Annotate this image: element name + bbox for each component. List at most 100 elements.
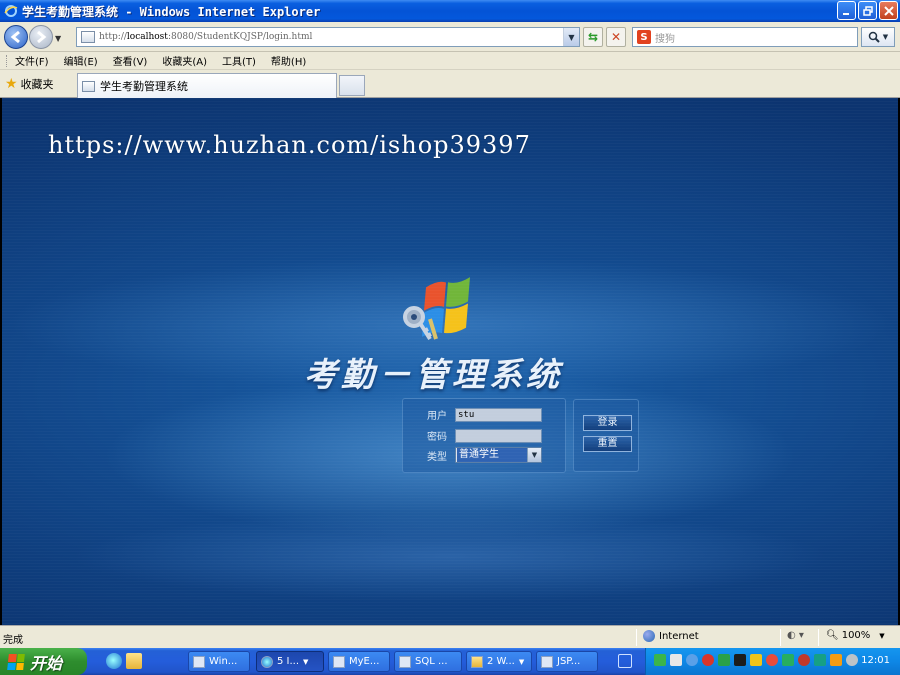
login-form: 用户 stu 密码 类型 普通学生 ▼ xyxy=(402,398,566,473)
start-button[interactable]: 开始 xyxy=(0,648,87,675)
tray-app-icon[interactable] xyxy=(670,654,682,666)
page-icon xyxy=(81,31,95,43)
status-divider xyxy=(636,629,637,646)
star-icon: ★ xyxy=(5,76,18,92)
back-button[interactable] xyxy=(4,25,28,49)
type-label: 类型 xyxy=(427,451,447,463)
task-label: 5 I... xyxy=(277,656,300,667)
window-title: 学生考勤管理系统 - Windows Internet Explorer xyxy=(22,4,321,19)
tray-app-icon[interactable] xyxy=(814,654,826,666)
tray-app-icon[interactable] xyxy=(830,654,842,666)
security-zone[interactable]: Internet xyxy=(643,630,699,642)
sql-server-icon xyxy=(399,655,411,668)
tray-app-icon[interactable] xyxy=(798,654,810,666)
zoom-control[interactable]: 🔍︎ 100% ▼ xyxy=(826,630,885,641)
username-input[interactable]: stu xyxy=(455,407,542,422)
tab-page-icon xyxy=(82,80,95,92)
stop-icon: ✕ xyxy=(610,30,622,44)
chevron-down-icon[interactable]: ▼ xyxy=(527,448,541,462)
menu-file[interactable]: 文件(F) xyxy=(15,53,49,68)
computer-icon xyxy=(193,655,205,668)
password-input[interactable] xyxy=(455,428,542,443)
taskbar-item-windows[interactable]: Win... xyxy=(188,651,250,672)
tab-bar: ★ 收藏夹 学生考勤管理系统 xyxy=(0,70,900,98)
taskbar-item-ie-group[interactable]: 5 I... ▼ xyxy=(256,651,324,672)
quicklaunch-ie-icon[interactable] xyxy=(106,653,122,669)
document-icon xyxy=(541,655,553,668)
system-tray: 12:01 xyxy=(645,648,900,675)
search-dropdown-icon[interactable]: ▼ xyxy=(883,33,888,41)
close-button[interactable] xyxy=(879,1,898,20)
taskbar-item-sql[interactable]: SQL ... xyxy=(394,651,462,672)
zoom-dropdown-icon[interactable]: ▼ xyxy=(879,632,884,640)
type-row: 类型 普通学生 ▼ xyxy=(403,447,542,463)
status-bar: 完成 Internet ◐ ▾ 🔍︎ 100% ▼ xyxy=(0,625,900,648)
network-icon[interactable] xyxy=(654,654,666,666)
zone-label: Internet xyxy=(659,630,699,642)
quicklaunch-folder-icon[interactable] xyxy=(126,653,142,669)
tray-app-icon[interactable] xyxy=(782,654,794,666)
minimize-button[interactable] xyxy=(837,1,856,20)
menu-edit[interactable]: 编辑(E) xyxy=(64,53,98,68)
taskbar-item-explorer-group[interactable]: 2 W... ▼ xyxy=(466,651,532,672)
title-bar[interactable]: 学生考勤管理系统 - Windows Internet Explorer xyxy=(0,0,900,22)
tray-app-icon[interactable] xyxy=(686,654,698,666)
taskbar-item-myeclipse[interactable]: MyE... xyxy=(328,651,390,672)
refresh-button[interactable]: ⇆ xyxy=(583,27,603,47)
url-text[interactable]: http://localhost:8080/StudentKQJSP/login… xyxy=(99,32,312,42)
address-toolbar: ▼ http://localhost:8080/StudentKQJSP/log… xyxy=(0,22,900,52)
zoom-level: 100% xyxy=(841,630,871,641)
recent-pages-dropdown-icon[interactable]: ▼ xyxy=(55,34,61,43)
task-label: MyE... xyxy=(349,656,380,667)
status-text: 完成 xyxy=(3,635,23,646)
search-icon xyxy=(868,31,880,43)
tray-app-icon[interactable] xyxy=(718,654,730,666)
reset-button[interactable]: 重置 xyxy=(583,436,632,452)
new-tab-button[interactable] xyxy=(339,75,365,96)
restore-button[interactable] xyxy=(858,1,877,20)
volume-icon[interactable] xyxy=(846,654,858,666)
password-label: 密码 xyxy=(427,432,447,443)
menu-view[interactable]: 查看(V) xyxy=(113,53,148,68)
start-label: 开始 xyxy=(30,653,63,673)
user-type-selected: 普通学生 xyxy=(457,448,527,462)
qq-icon[interactable] xyxy=(766,654,778,666)
task-label: JSP... xyxy=(557,656,581,667)
watermark-text: https://www.huzhan.com/ishop39397 xyxy=(48,131,531,159)
magnifier-icon: 🔍︎ xyxy=(826,630,839,641)
search-button[interactable]: ▼ xyxy=(861,27,895,47)
restore-icon xyxy=(862,5,873,16)
forward-button[interactable] xyxy=(29,25,53,49)
tab-student-attendance[interactable]: 学生考勤管理系统 xyxy=(77,73,337,98)
taskbar-item-jsp[interactable]: JSP... xyxy=(536,651,598,672)
task-label: 2 W... xyxy=(487,656,515,667)
favorites-button[interactable]: ★ 收藏夹 xyxy=(5,76,54,92)
login-button[interactable]: 登录 xyxy=(583,415,632,431)
tray-app-icon[interactable] xyxy=(734,654,746,666)
menu-tools[interactable]: 工具(T) xyxy=(222,53,256,68)
page-content: https://www.huzhan.com/ishop39397 考勤－管理系… xyxy=(2,98,898,625)
login-buttons-panel: 登录 重置 xyxy=(573,399,639,472)
tab-label: 学生考勤管理系统 xyxy=(100,80,188,93)
favorites-label: 收藏夹 xyxy=(20,78,54,91)
stop-button[interactable]: ✕ xyxy=(606,27,626,47)
windows-flag-icon xyxy=(7,653,25,670)
sogou-logo-icon: S xyxy=(637,30,651,44)
group-dropdown-icon: ▼ xyxy=(303,657,309,666)
tray-app-icon[interactable] xyxy=(750,654,762,666)
close-icon xyxy=(883,5,894,16)
search-placeholder: 搜狗 xyxy=(655,33,675,45)
tray-app-icon[interactable] xyxy=(702,654,714,666)
menu-help[interactable]: 帮助(H) xyxy=(271,53,306,68)
address-dropdown-icon[interactable]: ▼ xyxy=(563,28,579,46)
search-input[interactable]: S 搜狗 xyxy=(632,27,858,47)
windows-keys-logo-icon xyxy=(403,277,470,341)
show-desktop-icon[interactable] xyxy=(618,654,632,668)
address-bar[interactable]: http://localhost:8080/StudentKQJSP/login… xyxy=(76,27,580,47)
user-type-select[interactable]: 普通学生 ▼ xyxy=(455,447,542,463)
minimize-icon xyxy=(842,12,849,15)
menu-favorites[interactable]: 收藏夹(A) xyxy=(162,53,207,68)
protected-mode-icon[interactable]: ◐ ▾ xyxy=(787,630,804,641)
menu-grip xyxy=(6,54,9,67)
taskbar: 开始 Win... 5 I... ▼ MyE... SQL ... 2 W...… xyxy=(0,648,900,675)
